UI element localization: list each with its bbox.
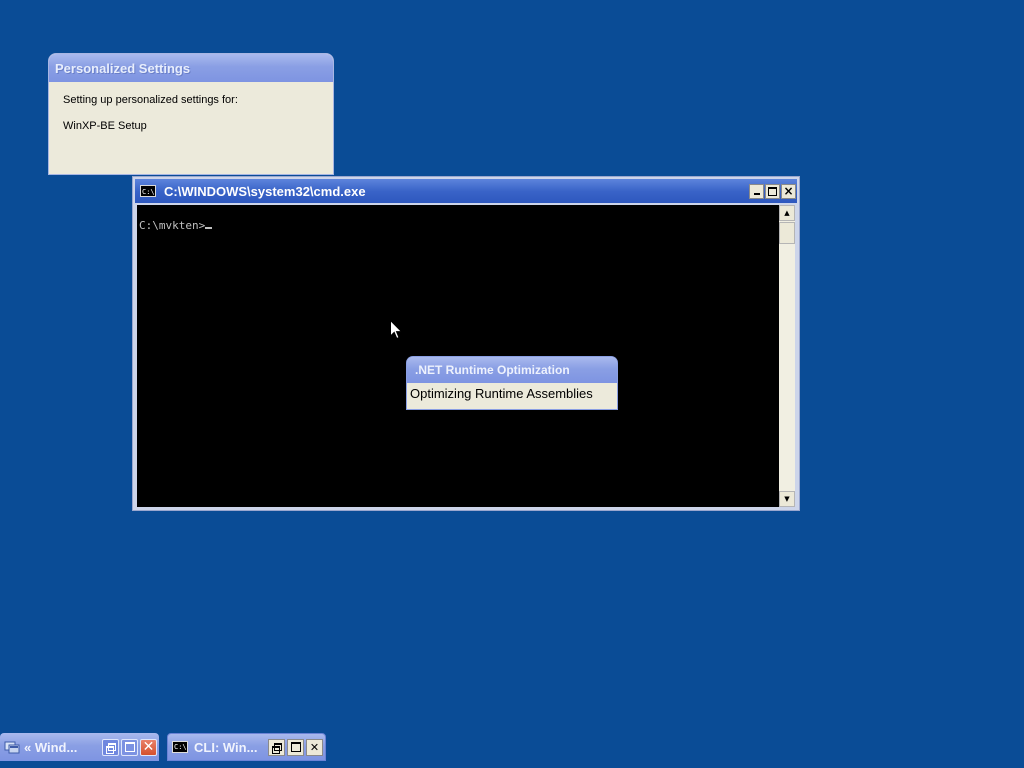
restore-button[interactable] bbox=[102, 738, 119, 756]
minimize-button[interactable] bbox=[749, 183, 764, 199]
cmd-prompt: C:\mvkten> bbox=[139, 219, 206, 232]
personalized-settings-title: Personalized Settings bbox=[55, 60, 191, 76]
personalized-settings-window: Personalized Settings Setting up persona… bbox=[49, 54, 333, 174]
cmd-icon[interactable]: C:\ bbox=[140, 185, 156, 197]
explorer-icon bbox=[4, 741, 20, 754]
maximize-button[interactable] bbox=[765, 183, 780, 199]
maximize-icon bbox=[290, 742, 301, 752]
restore-button[interactable] bbox=[268, 738, 285, 756]
cmd-titlebar[interactable]: C:\ C:\WINDOWS\system32\cmd.exe × bbox=[135, 179, 797, 203]
cmd-window: C:\ C:\WINDOWS\system32\cmd.exe × C:\mvk… bbox=[132, 176, 800, 511]
personalized-settings-target: WinXP-BE Setup bbox=[63, 120, 147, 132]
net-runtime-message: Optimizing Runtime Assemblies bbox=[410, 386, 593, 401]
scroll-up-arrow-icon[interactable]: ▲ bbox=[779, 205, 795, 221]
personalized-settings-message: Setting up personalized settings for: bbox=[63, 94, 238, 106]
close-button[interactable]: ✕ bbox=[306, 738, 323, 756]
cmd-console[interactable]: C:\mvkten> bbox=[137, 205, 779, 507]
maximize-button[interactable] bbox=[287, 738, 304, 756]
desktop: Personalized Settings Setting up persona… bbox=[0, 0, 1024, 768]
cmd-prompt-line: C:\mvkten> bbox=[139, 219, 213, 232]
restore-icon bbox=[272, 742, 282, 754]
restore-icon bbox=[106, 742, 116, 754]
vertical-scrollbar[interactable]: ▲ ▼ bbox=[779, 205, 795, 507]
net-runtime-title: .NET Runtime Optimization bbox=[415, 363, 570, 377]
scrollbar-thumb[interactable] bbox=[779, 222, 795, 244]
text-cursor bbox=[205, 227, 213, 229]
maximize-button[interactable] bbox=[121, 738, 138, 756]
cmd-title: C:\WINDOWS\system32\cmd.exe bbox=[164, 183, 366, 199]
mouse-pointer-icon bbox=[390, 320, 402, 340]
minimized-window-cli-label: CLI: Win... bbox=[194, 739, 258, 755]
minimized-window-explorer-label: « Wind... bbox=[24, 739, 78, 755]
close-button[interactable]: × bbox=[781, 183, 796, 199]
maximize-icon bbox=[124, 742, 135, 752]
personalized-settings-body: Setting up personalized settings for: Wi… bbox=[49, 82, 333, 144]
minimized-window-cli[interactable]: C:\ CLI: Win... ✕ bbox=[167, 733, 326, 761]
net-runtime-titlebar[interactable]: .NET Runtime Optimization bbox=[407, 357, 617, 383]
scroll-down-arrow-icon[interactable]: ▼ bbox=[779, 491, 795, 507]
close-button[interactable]: ✕ bbox=[140, 738, 157, 756]
personalized-settings-titlebar[interactable]: Personalized Settings bbox=[49, 54, 333, 82]
cmd-icon: C:\ bbox=[172, 741, 188, 753]
net-runtime-optimization-window: .NET Runtime Optimization Optimizing Run… bbox=[407, 357, 617, 409]
minimized-window-explorer[interactable]: « Wind... ✕ bbox=[0, 733, 159, 761]
